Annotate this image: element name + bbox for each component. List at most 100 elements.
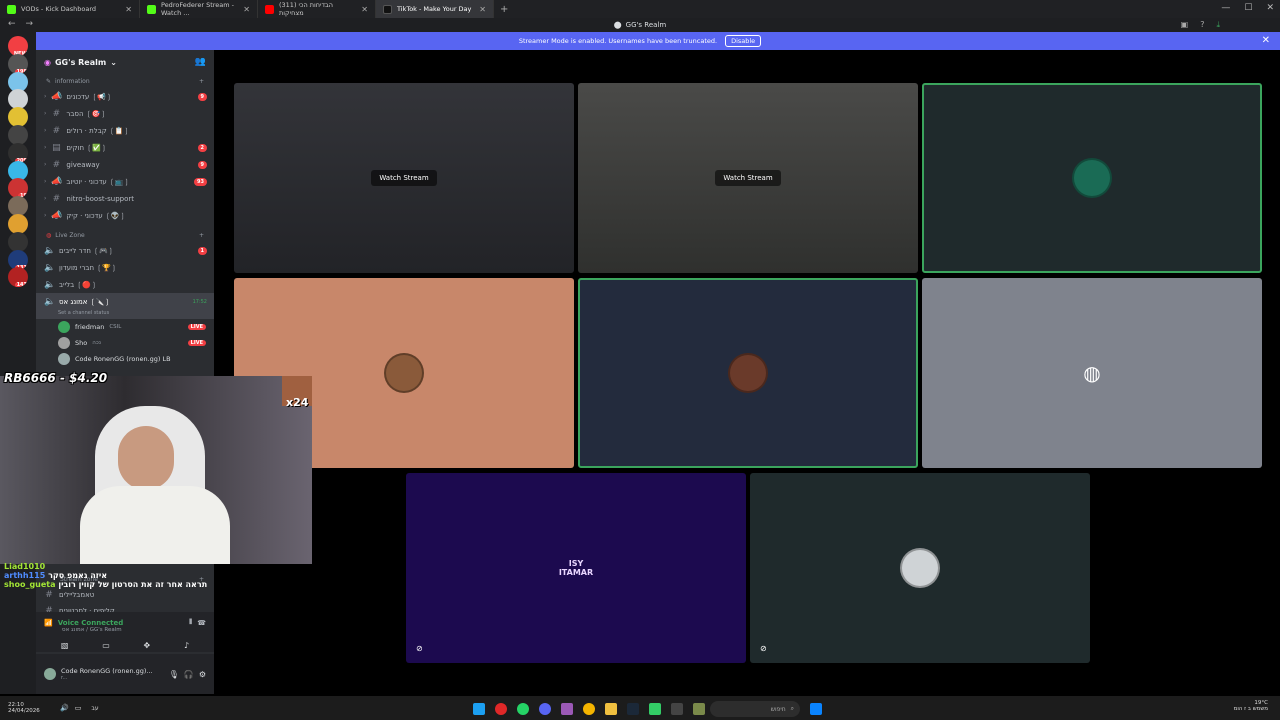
channel-name: טאמבליילים bbox=[59, 590, 95, 599]
unread-badge: 9 bbox=[197, 160, 207, 169]
taskbar-search[interactable]: חיפוש ⌕ bbox=[710, 701, 800, 717]
voice-channel-item[interactable]: 🔈 חברי מועדון ❲🏆❳ bbox=[36, 259, 214, 276]
app-icon[interactable] bbox=[693, 703, 705, 715]
server-icon[interactable]: 209 bbox=[8, 142, 28, 163]
file-explorer-icon[interactable] bbox=[605, 703, 617, 715]
channel-status[interactable]: Set a channel status bbox=[36, 310, 214, 319]
category-live-zone[interactable]: ◍ Live Zone + bbox=[36, 228, 214, 242]
forward-arrow-icon[interactable]: → bbox=[26, 19, 34, 29]
minimize-button[interactable]: — bbox=[1221, 3, 1230, 13]
voice-user[interactable]: Code RonenGG (ronen.gg) LB bbox=[36, 351, 214, 367]
participant-tile[interactable]: ◍ bbox=[922, 278, 1262, 468]
streamer-body bbox=[80, 486, 230, 564]
network-icon[interactable]: ▭ bbox=[75, 704, 82, 712]
channel-item[interactable]: › # giveaway 9 bbox=[36, 156, 214, 173]
maximize-button[interactable]: ☐ bbox=[1244, 3, 1252, 13]
close-icon[interactable]: ✕ bbox=[1262, 35, 1270, 46]
voice-channel-item[interactable]: 🔈 חדר לייבים ❲🎮❳ 1 bbox=[36, 242, 214, 259]
new-tab-button[interactable]: + bbox=[494, 4, 514, 15]
taskbar-clock[interactable]: 22:10 24/04/2026 bbox=[0, 702, 60, 714]
channel-item[interactable]: › # nitro-boost-support bbox=[36, 190, 214, 207]
activities-icon[interactable]: ✥ bbox=[144, 641, 151, 650]
avatar[interactable] bbox=[44, 668, 56, 680]
plus-icon[interactable]: + bbox=[199, 78, 204, 85]
window-title: GG's Realm bbox=[625, 21, 667, 29]
donation-overlay: RB6666 - $4.20 bbox=[4, 371, 108, 385]
steam-icon[interactable] bbox=[627, 703, 639, 715]
participant-tile[interactable] bbox=[578, 278, 918, 468]
discord-icon[interactable] bbox=[539, 703, 551, 715]
app-icon[interactable] bbox=[495, 703, 507, 715]
voice-channel-item[interactable]: 🔈 אמונג אס ❲🔪❳ 17:52 bbox=[36, 293, 214, 310]
clock-date: 24/04/2026 bbox=[8, 708, 40, 714]
server-icon[interactable]: 143 bbox=[8, 267, 28, 288]
close-icon[interactable]: ✕ bbox=[243, 5, 250, 14]
participant-tile[interactable]: ⊘ bbox=[750, 473, 1090, 663]
download-icon[interactable]: ⤓ bbox=[1216, 20, 1220, 30]
browser-tab[interactable]: VODs - Kick Dashboard ✕ bbox=[0, 0, 140, 18]
voice-channel-item[interactable]: 🔈 בלייב ❲🔴❳ bbox=[36, 276, 214, 293]
channel-item[interactable]: › # הסבר ❲🎯❳ bbox=[36, 105, 214, 122]
chevron-right-icon: › bbox=[44, 161, 47, 168]
disable-button[interactable]: Disable bbox=[725, 35, 762, 47]
language-indicator[interactable]: עב bbox=[91, 705, 98, 712]
server-icon[interactable]: 198 bbox=[8, 53, 28, 74]
stream-tile[interactable]: Watch Stream bbox=[578, 83, 918, 273]
gear-icon[interactable]: ⚙ bbox=[199, 670, 206, 679]
participant-tile[interactable]: ISY ITAMAR ⊘ bbox=[406, 473, 746, 663]
inbox-icon[interactable]: ▣ bbox=[1181, 20, 1189, 30]
taskbar-apps: חיפוש ⌕ bbox=[468, 701, 827, 717]
chrome-icon[interactable] bbox=[583, 703, 595, 715]
screen-share-icon[interactable]: ▭ bbox=[102, 641, 110, 650]
chat-user: arthh115 bbox=[4, 571, 46, 580]
close-window-button[interactable]: ✕ bbox=[1266, 3, 1274, 13]
browser-tab[interactable]: (311) הבדיחות הכי מצחיקות ✕ bbox=[258, 0, 376, 18]
voice-user[interactable]: Sho נכה LIVE bbox=[36, 335, 214, 351]
app-icon[interactable] bbox=[649, 703, 661, 715]
camera-icon[interactable]: ▧ bbox=[61, 641, 69, 650]
channel-item[interactable]: › ▤ חוקים ❲✅❳ 2 bbox=[36, 139, 214, 156]
add-member-icon[interactable]: 👥 bbox=[195, 57, 206, 67]
help-icon[interactable]: ? bbox=[1200, 20, 1204, 30]
voice-user[interactable]: friedman CSIL LIVE bbox=[36, 319, 214, 335]
soundboard-icon[interactable]: ♪ bbox=[184, 641, 189, 650]
streamer-mode-banner: Streamer Mode is enabled. Usernames have… bbox=[0, 32, 1280, 50]
close-icon[interactable]: ✕ bbox=[125, 5, 132, 14]
channel-item[interactable]: › # קבלת · רולים ❲📋❳ bbox=[36, 122, 214, 139]
weather-widget[interactable]: 19°C משמש ב ז הומ bbox=[1234, 700, 1268, 712]
close-icon[interactable]: ✕ bbox=[361, 5, 368, 14]
live-badge: LIVE bbox=[187, 340, 206, 346]
channel-name: חוקים ❲✅❳ bbox=[66, 143, 107, 152]
app-icon[interactable] bbox=[671, 703, 683, 715]
channel-item[interactable]: › 📣 עדכוני · יוטיוב ❲📺❳ 93 bbox=[36, 173, 214, 190]
headphones-icon[interactable]: 🎧 bbox=[184, 670, 194, 679]
browser-tab[interactable]: PedroFederer Stream - Watch ... ✕ bbox=[140, 0, 258, 18]
speaker-icon: 🔈 bbox=[44, 262, 56, 273]
deafened-icon: ⊘ bbox=[760, 644, 767, 653]
close-icon[interactable]: ✕ bbox=[479, 5, 486, 14]
category-information[interactable]: ✎ information + bbox=[36, 74, 214, 88]
server-header[interactable]: ◉ GG's Realm ⌄ 👥 bbox=[36, 50, 214, 74]
back-arrow-icon[interactable]: ← bbox=[8, 19, 16, 29]
chat-line: shoo_gueta תראה אחר זה את הסרטון של קווי… bbox=[4, 580, 214, 589]
windows-start-icon[interactable] bbox=[810, 703, 822, 715]
volume-icon[interactable]: 🔊 bbox=[60, 704, 69, 712]
microphone-icon[interactable]: 🎙 bbox=[169, 670, 179, 679]
noise-suppression-icon[interactable]: ⦀ bbox=[189, 618, 192, 627]
channel-item[interactable]: › 📣 עדכוני · קיק ❲👽❳ bbox=[36, 207, 214, 224]
watch-stream-button[interactable]: Watch Stream bbox=[371, 170, 437, 186]
watch-stream-button[interactable]: Watch Stream bbox=[715, 170, 781, 186]
disconnect-icon[interactable]: ☎ bbox=[197, 619, 206, 627]
whatsapp-icon[interactable] bbox=[517, 703, 529, 715]
server-icon[interactable] bbox=[8, 231, 28, 252]
browser-tab[interactable]: TikTok - Make Your Day ✕ bbox=[376, 0, 494, 18]
stream-tile[interactable]: Watch Stream bbox=[234, 83, 574, 273]
widgets-icon[interactable] bbox=[473, 703, 485, 715]
app-icon[interactable] bbox=[561, 703, 573, 715]
channel-timer: 17:52 bbox=[192, 298, 207, 305]
plus-icon[interactable]: + bbox=[199, 232, 204, 239]
channel-item[interactable]: › 📣 עדכונים ❲📢❳ 9 bbox=[36, 88, 214, 105]
participant-tile[interactable] bbox=[922, 83, 1262, 273]
speaker-icon: 🔈 bbox=[44, 279, 56, 290]
youtube-icon bbox=[265, 4, 274, 14]
